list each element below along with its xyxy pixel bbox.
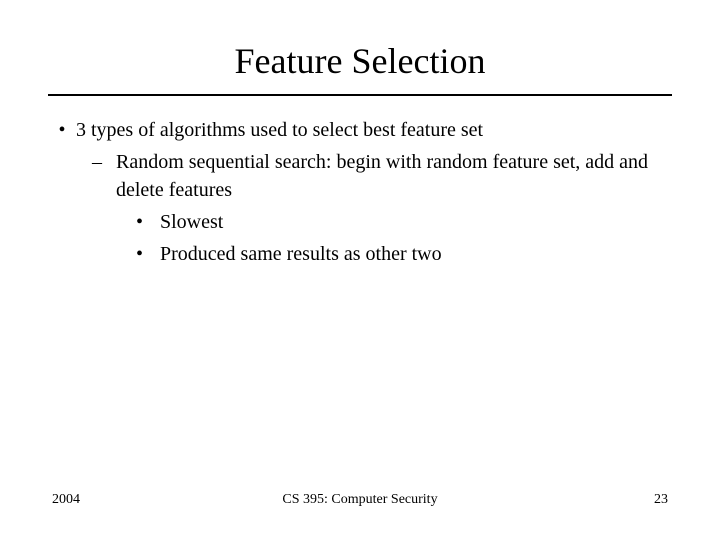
slide-footer: 2004 CS 395: Computer Security 23 <box>48 492 672 516</box>
bullet-text: 3 types of algorithms used to select bes… <box>76 116 483 144</box>
bullet-level-2: – Random sequential search: begin with r… <box>92 148 672 204</box>
bullet-marker: • <box>136 208 160 236</box>
footer-course: CS 395: Computer Security <box>257 492 462 508</box>
bullet-text: Slowest <box>160 208 223 236</box>
bullet-level-1: • 3 types of algorithms used to select b… <box>48 116 672 144</box>
footer-year: 2004 <box>52 492 257 508</box>
footer-page-number: 23 <box>463 492 668 508</box>
bullet-level-3: • Produced same results as other two <box>136 240 672 268</box>
bullet-text: Random sequential search: begin with ran… <box>116 148 672 204</box>
title-underline <box>48 94 672 96</box>
slide: Feature Selection • 3 types of algorithm… <box>0 0 720 540</box>
bullet-level-3: • Slowest <box>136 208 672 236</box>
slide-title: Feature Selection <box>48 40 672 90</box>
bullet-text: Produced same results as other two <box>160 240 442 268</box>
bullet-marker: • <box>136 240 160 268</box>
bullet-marker: – <box>92 148 116 204</box>
slide-content: • 3 types of algorithms used to select b… <box>48 116 672 492</box>
bullet-marker: • <box>48 116 76 144</box>
